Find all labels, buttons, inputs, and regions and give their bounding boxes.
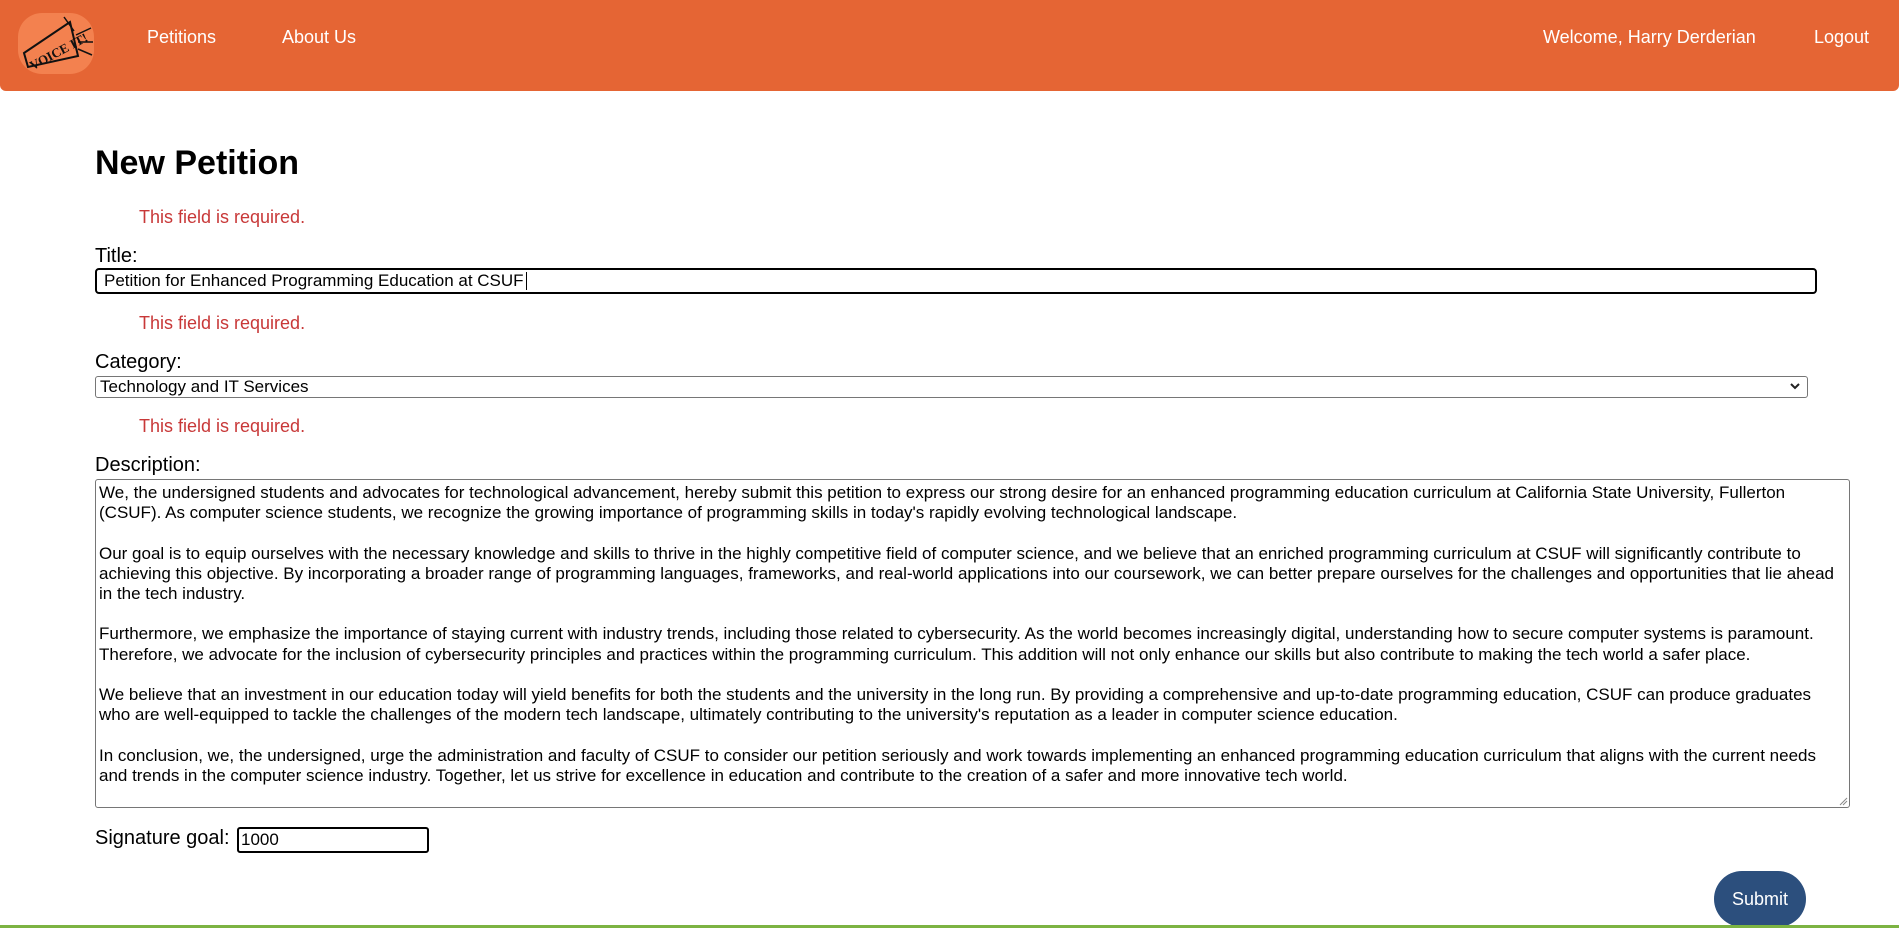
description-paragraph: Our goal is to equip ourselves with the … <box>99 543 1834 603</box>
title-label: Title: <box>95 245 138 267</box>
description-label: Description: <box>95 454 201 476</box>
description-paragraph: We, the undersigned students and advocat… <box>99 483 1786 523</box>
welcome-message: Welcome, Harry Derderian <box>1543 27 1756 47</box>
title-input[interactable] <box>95 268 1817 294</box>
signature-goal-label: Signature goal: <box>95 827 230 849</box>
description-paragraph: We believe that an investment in our edu… <box>99 684 1812 725</box>
category-label: Category: <box>95 351 182 373</box>
text-cursor <box>526 272 527 290</box>
description-paragraph: In conclusion, we, the undersigned, urge… <box>99 745 1816 785</box>
voice-it-logo[interactable]: VOICE IT! <box>18 13 94 74</box>
signature-goal-input[interactable] <box>237 827 429 853</box>
nav-link-petitions[interactable]: Petitions <box>147 27 216 48</box>
category-select[interactable]: Technology and IT Services <box>95 376 1808 398</box>
category-error-message: This field is required. <box>139 313 306 333</box>
resize-grip-icon[interactable] <box>1838 796 1848 806</box>
title-error-message: This field is required. <box>139 207 306 227</box>
category-selected-value: Technology and IT Services <box>100 377 309 396</box>
description-paragraph: Furthermore, we emphasize the importance… <box>99 624 1814 664</box>
megaphone-logo-icon: VOICE IT! <box>22 16 93 73</box>
chevron-down-icon <box>1790 383 1800 390</box>
description-textarea[interactable]: We, the undersigned students and advocat… <box>95 479 1850 808</box>
logout-link[interactable]: Logout <box>1814 27 1869 48</box>
submit-button[interactable]: Submit <box>1714 871 1806 927</box>
page-title: New Petition <box>95 144 300 182</box>
navbar: VOICE IT! Petitions About Us Welcome, Ha… <box>0 0 1899 91</box>
description-error-message: This field is required. <box>139 416 306 436</box>
nav-link-about-us[interactable]: About Us <box>282 27 356 48</box>
